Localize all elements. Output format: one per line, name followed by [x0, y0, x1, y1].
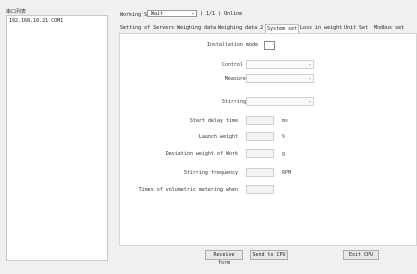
- tab-setting-of-servers[interactable]: Setting of Servers: [120, 24, 174, 33]
- launch-weight-label: Launch weight: [198, 134, 238, 140]
- stirring-frequency-input[interactable]: [246, 168, 274, 177]
- device-list[interactable]: 192.168.10.21 COM1: [6, 15, 108, 261]
- tab-loss-in-weight[interactable]: Loss in weight: [300, 24, 342, 33]
- times-volumetric-input[interactable]: [246, 185, 274, 194]
- working-status-select[interactable]: Wait ▾: [147, 10, 197, 17]
- exit-cpu-button[interactable]: Exit CPU: [343, 250, 379, 260]
- chevron-down-icon: ▾: [308, 76, 311, 81]
- stirring-frequency-unit: RPM: [282, 170, 292, 176]
- stirring-frequency-label: Stirring frequency: [183, 170, 238, 176]
- start-delay-time-label: Start delay time: [189, 118, 238, 124]
- tab-bar: Setting of Servers Weighing data Weighin…: [119, 24, 417, 33]
- measure-way-select[interactable]: ▾: [246, 74, 314, 83]
- launch-weight-unit: %: [282, 134, 286, 140]
- chevron-down-icon: ▾: [191, 11, 194, 16]
- launch-weight-input[interactable]: [246, 132, 274, 141]
- online-count-text: ( 1/1 ) Online: [200, 11, 243, 17]
- deviation-weight-label: Deviation weight of Work: [165, 151, 238, 157]
- system-set-panel: Installation mode Control mode ▾ Measure…: [119, 33, 417, 246]
- tab-weighing-data-2[interactable]: Weighing data 2: [218, 24, 263, 33]
- installation-mode-label: Installation mode: [206, 42, 258, 48]
- send-to-cpu-button[interactable]: Send to CPU: [250, 250, 288, 260]
- deviation-weight-unit: g: [282, 151, 286, 157]
- tab-system-set[interactable]: System set: [265, 24, 300, 33]
- chevron-down-icon: ▾: [308, 99, 311, 104]
- tab-unit-set[interactable]: Unit Set: [344, 24, 368, 33]
- start-delay-time-input[interactable]: [246, 116, 274, 125]
- tab-weighing-data[interactable]: Weighing data: [177, 24, 216, 33]
- times-volumetric-label: Times of volumetric metering when: [138, 187, 238, 193]
- tab-modbus-set[interactable]: Modbus set: [374, 24, 404, 33]
- working-status-value: Wait: [151, 11, 164, 17]
- device-list-item[interactable]: 192.168.10.21 COM1: [9, 18, 63, 24]
- start-delay-time-unit: ms: [282, 118, 289, 124]
- stirring-way-select[interactable]: ▾: [246, 97, 314, 106]
- device-list-title: 串口列表: [6, 9, 27, 15]
- chevron-down-icon: ▾: [308, 62, 311, 67]
- installation-mode-field[interactable]: [264, 41, 275, 50]
- deviation-weight-input[interactable]: [246, 149, 274, 158]
- receive-form-button[interactable]: Receive form: [205, 250, 243, 266]
- control-mode-select[interactable]: ▾: [246, 60, 314, 69]
